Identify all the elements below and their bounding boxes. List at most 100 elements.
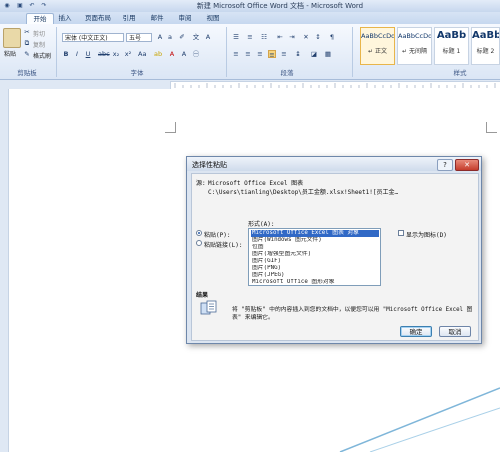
- style-name: 标题 2: [476, 48, 495, 55]
- style-normal[interactable]: AaBbCcDd ↵ 正文: [360, 27, 395, 65]
- dialog-title: 选择性粘贴: [192, 161, 227, 169]
- styles-group-label: 样式: [453, 69, 467, 77]
- paste-radio[interactable]: [196, 230, 202, 236]
- cut-label[interactable]: 剪切: [33, 29, 45, 38]
- font-group-label: 字体: [130, 69, 144, 77]
- paste-link-radio-label[interactable]: 粘贴链接(L):: [204, 240, 242, 249]
- numbering-icon[interactable]: ≡: [246, 33, 254, 41]
- char-border-icon[interactable]: A: [204, 33, 212, 41]
- tab-references[interactable]: 引用: [118, 13, 140, 24]
- margin-mark: [486, 122, 497, 133]
- group-separator: [226, 27, 227, 77]
- bullets-icon[interactable]: ☰: [232, 33, 240, 41]
- phonetic-guide-icon[interactable]: 文: [192, 33, 200, 41]
- font-size-combo[interactable]: 五号: [126, 33, 152, 42]
- office-button-icon[interactable]: ◉: [3, 2, 11, 10]
- line-spacing-icon[interactable]: ↨: [294, 50, 302, 58]
- cancel-button[interactable]: 取消: [439, 326, 471, 337]
- bold-icon[interactable]: B: [62, 50, 70, 58]
- paste-link-radio[interactable]: [196, 240, 202, 246]
- tab-insert[interactable]: 插入: [54, 13, 76, 24]
- list-item[interactable]: 图片(PNG): [251, 265, 379, 272]
- display-as-icon-checkbox[interactable]: [398, 230, 404, 236]
- format-painter-icon[interactable]: ✎: [23, 50, 31, 58]
- style-name: 标题 1: [442, 48, 461, 55]
- style-sample: AaBbCcDd: [361, 32, 394, 40]
- underline-icon[interactable]: U: [84, 50, 92, 58]
- result-label: 结果: [196, 292, 209, 299]
- decrease-indent-icon[interactable]: ⇤: [276, 33, 284, 41]
- close-button[interactable]: ✕: [455, 159, 479, 171]
- dialog-body: 源: Microsoft Office Excel 图表 C:\Users\ti…: [191, 173, 479, 341]
- tab-review[interactable]: 审阅: [174, 13, 196, 24]
- style-heading-2[interactable]: AaBb 标题 2: [471, 27, 500, 65]
- increase-indent-icon[interactable]: ⇥: [288, 33, 296, 41]
- redo-icon[interactable]: ↷: [40, 2, 48, 10]
- list-item[interactable]: 位图: [251, 244, 379, 251]
- paste-special-dialog: 选择性粘贴 ? ✕ 源: Microsoft Office Excel 图表 C…: [186, 156, 482, 344]
- list-item[interactable]: 图片(Windows 图元文件): [251, 237, 379, 244]
- tab-mailings[interactable]: 邮件: [146, 13, 168, 24]
- align-right-icon[interactable]: ≡: [256, 50, 264, 58]
- multilevel-list-icon[interactable]: ☷: [260, 33, 268, 41]
- borders-icon[interactable]: ▦: [324, 50, 332, 58]
- save-icon[interactable]: ▣: [16, 2, 24, 10]
- sort-icon[interactable]: ↕: [314, 33, 322, 41]
- superscript-icon[interactable]: x²: [124, 50, 132, 58]
- format-painter-label[interactable]: 格式刷: [33, 51, 51, 60]
- style-sample: AaBb: [436, 30, 467, 41]
- as-label: 形式(A):: [248, 221, 275, 228]
- chinese-layout-icon[interactable]: ✕: [302, 33, 310, 41]
- grow-font-icon[interactable]: A: [156, 33, 164, 41]
- subscript-icon[interactable]: x₂: [112, 50, 120, 58]
- italic-icon[interactable]: I: [73, 50, 81, 58]
- display-as-icon-label[interactable]: 显示为图标(D): [406, 230, 447, 239]
- copy-icon[interactable]: ⧉: [23, 39, 31, 47]
- distributed-icon[interactable]: ≡: [280, 50, 288, 58]
- dialog-title-bar[interactable]: 选择性粘贴 ? ✕: [187, 157, 481, 171]
- clipboard-group-label: 剪贴板: [17, 69, 37, 77]
- font-name-combo[interactable]: 宋体 (中文正文): [62, 33, 124, 42]
- style-sample: AaBb: [472, 30, 499, 41]
- tab-page-layout[interactable]: 页面布局: [80, 13, 116, 24]
- format-listbox[interactable]: Microsoft Office Excel 图表 对象 图片(Windows …: [248, 228, 381, 286]
- group-separator: [352, 27, 353, 77]
- paragraph-group-label: 段落: [280, 69, 294, 77]
- list-item[interactable]: 图片(JPEG): [251, 272, 379, 279]
- clear-format-icon[interactable]: ✐: [178, 33, 186, 41]
- list-item[interactable]: Microsoft Office 图形对象: [251, 279, 379, 285]
- style-name: ↵ 无间隔: [402, 48, 427, 55]
- style-sample: AaBbCcDd: [398, 32, 431, 40]
- paste-radio-label[interactable]: 粘贴(P):: [204, 230, 230, 239]
- paste-button-label[interactable]: 粘贴: [4, 49, 16, 58]
- show-marks-icon[interactable]: ¶: [328, 33, 336, 41]
- list-item[interactable]: 图片(GIF): [251, 258, 379, 265]
- tab-view[interactable]: 视图: [202, 13, 224, 24]
- align-left-icon[interactable]: ≡: [232, 50, 240, 58]
- paste-icon[interactable]: [3, 28, 21, 48]
- ruler-ticks: [174, 83, 496, 88]
- ok-button[interactable]: 确定: [400, 326, 432, 337]
- change-case-icon[interactable]: Aa: [138, 50, 146, 58]
- char-shading-icon[interactable]: A: [180, 50, 188, 58]
- style-heading-1[interactable]: AaBb 标题 1: [434, 27, 469, 65]
- style-no-spacing[interactable]: AaBbCcDd ↵ 无间隔: [397, 27, 432, 65]
- strikethrough-icon[interactable]: abc: [98, 50, 110, 58]
- font-color-icon[interactable]: A: [168, 50, 176, 58]
- copy-label[interactable]: 复制: [33, 40, 45, 49]
- highlight-icon[interactable]: ab: [154, 50, 162, 58]
- list-item[interactable]: Microsoft Office Excel 图表 对象: [251, 230, 379, 237]
- shading-icon[interactable]: ◪: [310, 50, 318, 58]
- help-button[interactable]: ?: [437, 159, 453, 171]
- vertical-ruler[interactable]: [0, 89, 9, 452]
- scissors-icon[interactable]: ✂: [23, 28, 31, 36]
- style-name: ↵ 正文: [368, 48, 387, 55]
- align-center-icon[interactable]: ≡: [244, 50, 252, 58]
- undo-icon[interactable]: ↶: [28, 2, 36, 10]
- result-text-line2: 表" 来编辑它。: [232, 315, 274, 321]
- shrink-font-icon[interactable]: a: [166, 33, 174, 41]
- enclose-char-icon[interactable]: ㊀: [192, 50, 200, 58]
- list-item[interactable]: 图片(增强型图元文件): [251, 251, 379, 258]
- margin-mark: [165, 122, 176, 133]
- justify-icon[interactable]: ≡: [268, 50, 276, 59]
